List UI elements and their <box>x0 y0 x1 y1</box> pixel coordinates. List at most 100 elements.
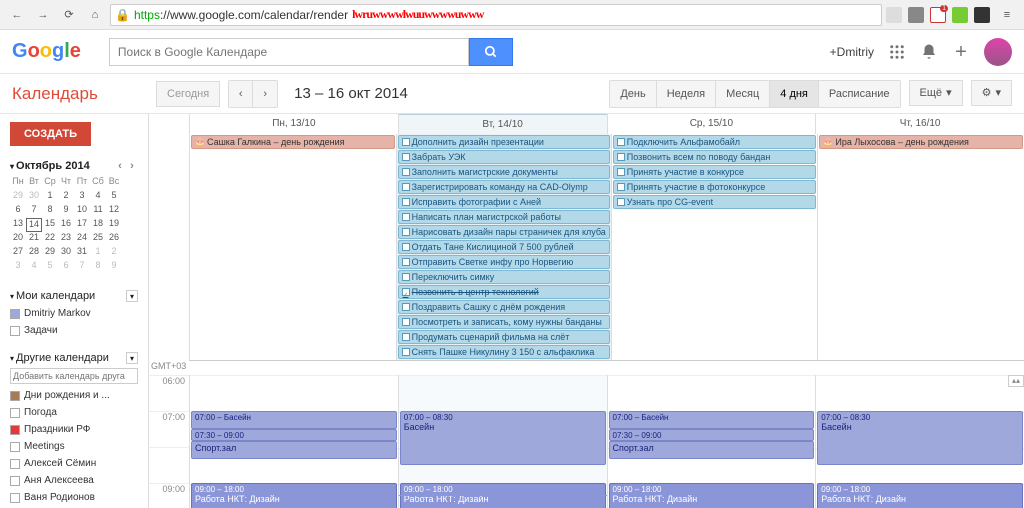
mini-cal-day[interactable]: 2 <box>106 246 122 260</box>
task-chip[interactable]: Переключить симку <box>398 270 610 284</box>
home-icon[interactable]: ⌂ <box>84 4 106 26</box>
view-four-button[interactable]: 4 дня <box>770 81 819 107</box>
mini-cal-day[interactable]: 8 <box>42 204 58 218</box>
event[interactable]: 07:00 – 08:30Басейн <box>817 411 1023 465</box>
mini-cal-expand-icon[interactable]: ▾ <box>10 162 14 171</box>
mini-cal-day[interactable]: 12 <box>106 204 122 218</box>
task-checkbox[interactable] <box>402 288 410 296</box>
ext-icon[interactable] <box>908 7 924 23</box>
calendar-item[interactable]: Алексей Сёмин <box>10 458 138 469</box>
ext-icon[interactable] <box>952 7 968 23</box>
calendar-item[interactable]: Ваня Родионов <box>10 492 138 503</box>
mini-cal-day[interactable]: 21 <box>26 232 42 246</box>
scroll-up-indicator[interactable]: ▴▴ <box>1008 375 1024 387</box>
calendar-item[interactable]: Аня Алексеева <box>10 475 138 486</box>
user-link[interactable]: +Dmitriy <box>830 45 874 59</box>
nav-back-icon[interactable]: ← <box>6 4 28 26</box>
mini-cal-day[interactable]: 7 <box>26 204 42 218</box>
search-button[interactable] <box>469 38 513 66</box>
task-chip[interactable]: Исправить фотографии с Аней <box>398 195 610 209</box>
task-chip[interactable]: Позвонить всем по поводу бандан <box>613 150 817 164</box>
task-chip[interactable]: Продумать сценарий фильма на слёт <box>398 330 610 344</box>
avatar[interactable] <box>984 38 1012 66</box>
task-checkbox[interactable] <box>617 168 625 176</box>
mini-cal-day[interactable]: 7 <box>74 260 90 274</box>
task-checkbox[interactable] <box>402 258 410 266</box>
day-column[interactable]: 07:00 – 08:30Басейн09:00 – 18:00Работа Н… <box>815 375 1024 508</box>
more-button[interactable]: Ещё ▾ <box>909 80 963 106</box>
view-day-button[interactable]: День <box>610 81 656 107</box>
task-chip[interactable]: Поздравить Сашку с днём рождения <box>398 300 610 314</box>
task-chip[interactable]: Забрать УЭК <box>398 150 610 164</box>
prev-period-button[interactable]: ‹ <box>229 81 253 107</box>
mini-cal-day[interactable]: 27 <box>10 246 26 260</box>
mini-cal-day[interactable]: 25 <box>90 232 106 246</box>
task-checkbox[interactable] <box>402 348 410 356</box>
task-checkbox[interactable] <box>617 138 625 146</box>
task-chip[interactable]: Подключить Альфамобайл <box>613 135 817 149</box>
mini-cal-day[interactable]: 11 <box>90 204 106 218</box>
ext-icon[interactable] <box>974 7 990 23</box>
mini-cal-day[interactable]: 30 <box>58 246 74 260</box>
event[interactable]: Спорт.зал <box>609 441 815 459</box>
allday-column[interactable]: Дополнить дизайн презентацииЗабрать УЭК З… <box>396 134 611 360</box>
task-checkbox[interactable] <box>402 318 410 326</box>
mini-cal-day[interactable]: 10 <box>74 204 90 218</box>
ext-icon[interactable]: 1 <box>930 7 946 23</box>
task-chip[interactable]: Узнать про CG-event <box>613 195 817 209</box>
mini-cal-day[interactable]: 6 <box>58 260 74 274</box>
task-chip[interactable]: Снять Пашке Никулину 3 150 с альфаклика <box>398 345 610 359</box>
event[interactable]: 07:00 – Басейн <box>191 411 397 429</box>
next-period-button[interactable]: › <box>253 81 277 107</box>
browser-menu-icon[interactable]: ≡ <box>996 4 1018 26</box>
mini-cal-day[interactable]: 23 <box>58 232 74 246</box>
task-checkbox[interactable] <box>402 273 410 281</box>
search-input[interactable] <box>109 38 469 66</box>
mini-cal-day[interactable]: 5 <box>42 260 58 274</box>
task-chip[interactable]: Дополнить дизайн презентации <box>398 135 610 149</box>
day-header[interactable]: Ср, 15/10 <box>607 114 816 134</box>
day-column[interactable]: 07:00 – Басейн07:30 – 09:00Спорт.зал09:0… <box>607 375 816 508</box>
mini-cal-day[interactable]: 31 <box>74 246 90 260</box>
mini-cal-day[interactable]: 1 <box>42 190 58 204</box>
mini-cal-day[interactable]: 13 <box>10 218 26 232</box>
mini-cal-day[interactable]: 29 <box>42 246 58 260</box>
mini-cal-day[interactable]: 16 <box>58 218 74 232</box>
mini-cal-day[interactable]: 6 <box>10 204 26 218</box>
task-checkbox[interactable] <box>402 228 410 236</box>
task-checkbox[interactable] <box>402 213 410 221</box>
mini-cal-day[interactable]: 4 <box>90 190 106 204</box>
task-checkbox[interactable] <box>402 243 410 251</box>
my-calendars-header[interactable]: ▾ Мои календари ▾ <box>10 290 138 302</box>
calendar-item[interactable]: Meetings <box>10 441 138 452</box>
birthday-chip[interactable]: 🎂Сашка Галкина – день рождения <box>191 135 395 149</box>
task-checkbox[interactable] <box>617 198 625 206</box>
task-chip[interactable]: Отдать Тане Кислициной 7 500 рублей <box>398 240 610 254</box>
view-agenda-button[interactable]: Расписание <box>819 81 900 107</box>
mini-cal-day[interactable]: 24 <box>74 232 90 246</box>
day-header[interactable]: Чт, 16/10 <box>815 114 1024 134</box>
day-header[interactable]: Вт, 14/10 <box>398 114 607 134</box>
task-chip[interactable]: Зарегистрировать команду на CAD-Olymp <box>398 180 610 194</box>
task-checkbox[interactable] <box>402 183 410 191</box>
task-checkbox[interactable] <box>402 333 410 341</box>
task-chip[interactable]: Написать план магистрской работы <box>398 210 610 224</box>
event[interactable]: 07:30 – 09:00 <box>191 429 397 441</box>
day-column[interactable]: 07:00 – 08:30Басейн09:00 – 18:00Работа Н… <box>398 375 607 508</box>
apps-icon[interactable] <box>888 43 906 61</box>
task-chip[interactable]: Принять участие в фотоконкурсе <box>613 180 817 194</box>
task-checkbox[interactable] <box>402 198 410 206</box>
calendar-item[interactable]: Dmitriy Markov <box>10 308 138 319</box>
other-calendars-menu[interactable]: ▾ <box>126 352 138 364</box>
other-calendars-header[interactable]: ▾ Другие календари ▾ <box>10 352 138 364</box>
allday-column[interactable]: Подключить АльфамобайлПозвонить всем по … <box>611 134 818 360</box>
ext-icon[interactable] <box>886 7 902 23</box>
mini-cal-day[interactable]: 9 <box>58 204 74 218</box>
mini-cal-day[interactable]: 20 <box>10 232 26 246</box>
day-header[interactable]: Пн, 13/10 <box>189 114 398 134</box>
add-icon[interactable]: + <box>952 43 970 61</box>
task-chip[interactable]: Отправить Светке инфу про Норвегию <box>398 255 610 269</box>
url-bar[interactable]: 🔒 https://www.google.com/calendar/render… <box>110 4 882 26</box>
mini-cal-day[interactable]: 22 <box>42 232 58 246</box>
mini-cal-day[interactable]: 30 <box>26 190 42 204</box>
